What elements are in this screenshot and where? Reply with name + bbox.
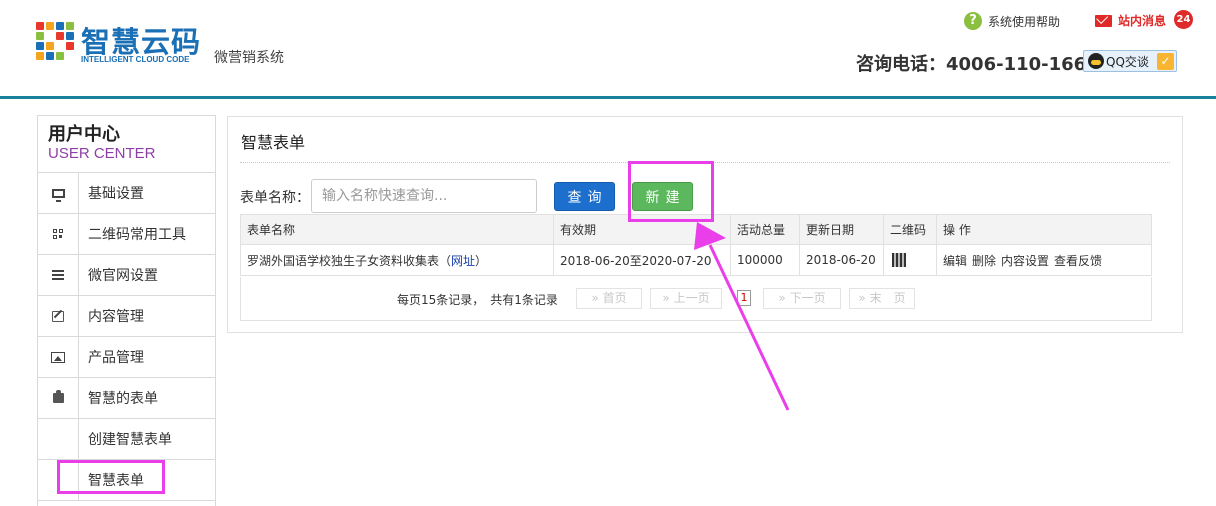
- annotation-arrow: [694, 222, 790, 411]
